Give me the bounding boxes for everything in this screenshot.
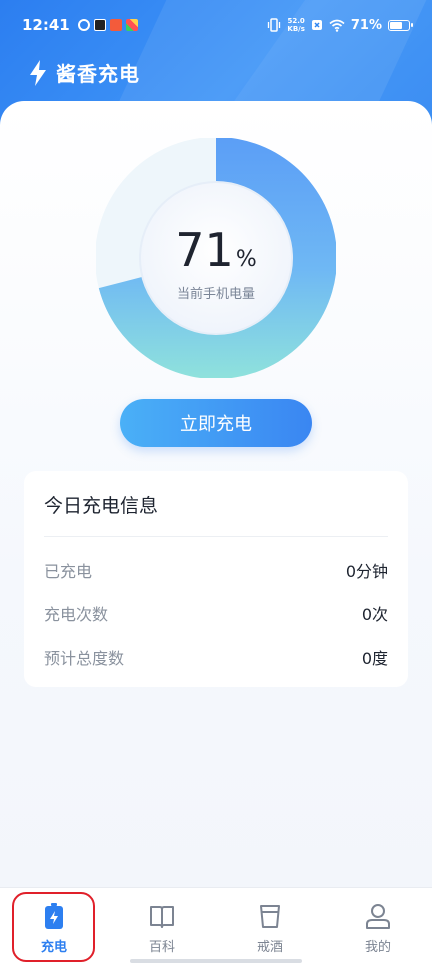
network-speed: 52.0 KB/s	[287, 17, 305, 33]
news-app-icon	[109, 19, 122, 31]
tab-quit-drinking[interactable]: 戒酒	[216, 888, 324, 964]
vibrate-icon	[268, 18, 281, 32]
wifi-icon	[329, 19, 345, 32]
status-time: 12:41	[22, 16, 70, 34]
today-charge-info-card: 今日充电信息 已充电 0分钟 充电次数 0次 预计总度数 0度	[24, 471, 408, 687]
tab-encyclopedia[interactable]: 百科	[108, 888, 216, 964]
tab-highlight-annotation	[12, 892, 95, 962]
lightning-icon	[30, 59, 46, 86]
divider	[44, 536, 388, 537]
battery-icon	[388, 19, 413, 31]
home-indicator[interactable]	[130, 959, 302, 963]
info-row-charged-time: 已充电 0分钟	[44, 562, 388, 581]
battery-level-value: 71 %	[175, 222, 257, 277]
app-title-bar: 酱香充电	[28, 58, 140, 87]
book-icon	[150, 906, 174, 928]
charge-now-button[interactable]: 立即充电	[120, 399, 312, 447]
video-app-icon	[93, 19, 106, 31]
info-card-title: 今日充电信息	[44, 495, 159, 517]
game-app-icon	[125, 19, 138, 31]
status-notification-icons	[77, 19, 138, 31]
battery-percent: 71%	[350, 17, 382, 33]
info-row-estimated-kwh: 预计总度数 0度	[44, 649, 388, 668]
cup-icon	[260, 905, 280, 928]
battery-level-label: 当前手机电量	[176, 286, 255, 302]
gauge-center: 71 % 当前手机电量	[96, 138, 336, 378]
sim-off-icon	[311, 20, 322, 30]
tab-profile[interactable]: 我的	[324, 888, 432, 964]
info-row-charge-count: 充电次数 0次	[44, 605, 388, 624]
app-title: 酱香充电	[56, 62, 140, 86]
user-icon	[366, 904, 390, 929]
sync-icon	[77, 19, 90, 31]
status-bar: 12:41 52.0 KB/s 71%	[0, 0, 432, 50]
